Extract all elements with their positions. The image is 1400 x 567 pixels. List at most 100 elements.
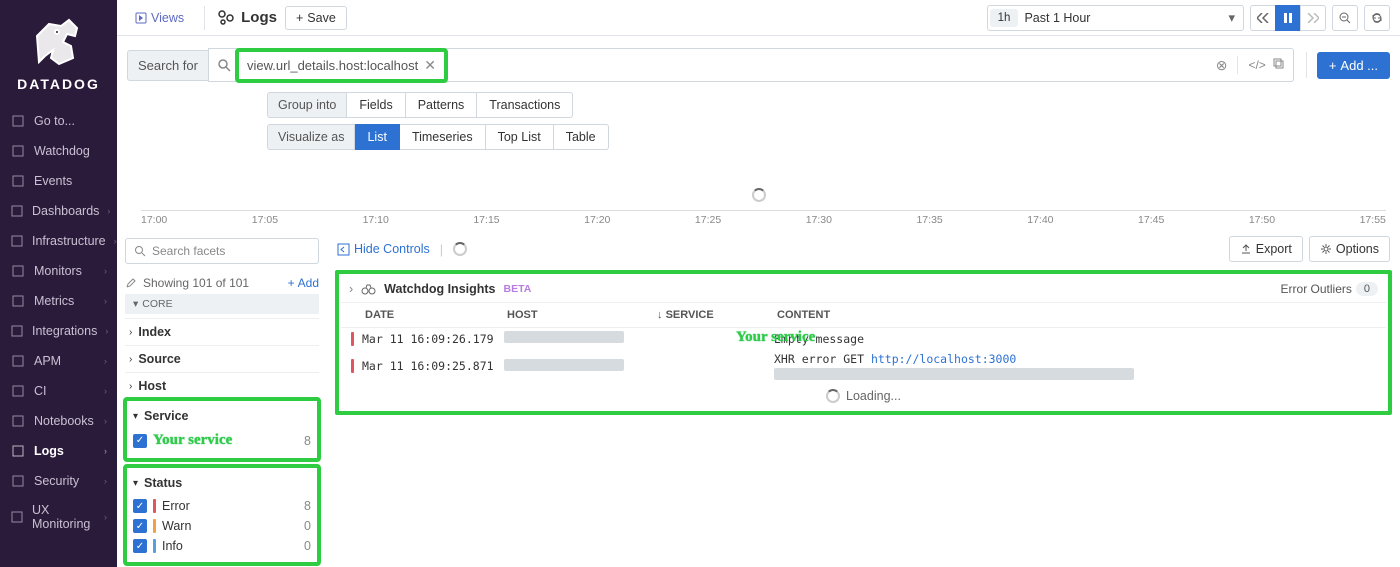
table-row[interactable]: Mar 11 16:09:25.871 XHR error GET http:/… [341, 349, 1386, 383]
chevron-right-icon: › [129, 354, 132, 365]
sidebar-item-monitors[interactable]: Monitors› [0, 256, 117, 286]
facet-status-warn[interactable]: ✓ Warn 0 [129, 516, 315, 536]
facet-service-item[interactable]: ✓ Your service 8 [129, 429, 315, 452]
row-host [504, 359, 654, 374]
chevron-right-icon: › [104, 266, 107, 276]
sidebar-item-ci[interactable]: CI› [0, 376, 117, 406]
save-button[interactable]: + Save [285, 6, 347, 30]
loading-spinner-icon [826, 389, 840, 403]
col-host[interactable]: HOST [507, 309, 657, 321]
sidebar-item-events[interactable]: Events [0, 166, 117, 196]
axis-tick: 17:55 [1360, 214, 1386, 228]
code-view-icon[interactable]: </> [1248, 58, 1265, 72]
hide-controls-button[interactable]: Hide Controls [337, 242, 430, 256]
chevron-right-icon: › [105, 326, 108, 336]
copy-icon[interactable] [1272, 57, 1285, 73]
sidebar-item-watchdog[interactable]: Watchdog [0, 136, 117, 166]
facet-status-header[interactable]: ▾ Status [129, 470, 315, 496]
sidebar: DATADOG Go to... Watchdog Events Dashboa… [0, 0, 117, 567]
options-button[interactable]: Options [1309, 236, 1390, 262]
monitor-icon [10, 263, 26, 279]
sidebar-item-security[interactable]: Security› [0, 466, 117, 496]
chart-icon [10, 203, 24, 219]
facet-add-button[interactable]: + Add [288, 276, 319, 290]
search-label: Search for [127, 50, 208, 81]
col-service[interactable]: ↓ SERVICE [657, 309, 777, 321]
facet-group-index[interactable]: ›Index [125, 318, 319, 345]
binoculars-icon [10, 143, 26, 159]
facet-group-source[interactable]: ›Source [125, 345, 319, 372]
refresh-icon [1371, 12, 1383, 24]
axis-tick: 17:00 [141, 214, 167, 228]
time-forward-button[interactable] [1300, 5, 1326, 31]
facet-service-header[interactable]: ▾ Service [129, 403, 315, 429]
facet-group-host[interactable]: ›Host [125, 372, 319, 399]
group-pill-fields[interactable]: Fields [347, 92, 405, 118]
pause-icon [1283, 13, 1293, 23]
group-pill-transactions[interactable]: Transactions [477, 92, 573, 118]
chevron-right-icon[interactable]: › [349, 282, 353, 296]
plus-icon: + [288, 276, 295, 290]
sidebar-item-apm[interactable]: APM› [0, 346, 117, 376]
sidebar-item-integrations[interactable]: Integrations› [0, 316, 117, 346]
time-pause-button[interactable] [1275, 5, 1301, 31]
plus-icon: + [296, 11, 303, 25]
close-icon[interactable]: ✕ [424, 57, 436, 74]
group-pill-patterns[interactable]: Patterns [406, 92, 478, 118]
sidebar-item-ux-monitoring[interactable]: UX Monitoring› [0, 496, 117, 538]
facet-status-box: ▾ Status ✓ Error 8✓ Warn 0✓ Info 0 [125, 466, 319, 564]
search-tag[interactable]: view.url_details.host:localhost ✕ [237, 50, 446, 81]
viz-pill-timeseries[interactable]: Timeseries [400, 124, 486, 150]
facet-search-input[interactable]: Search facets [125, 238, 319, 264]
viz-pill-top-list[interactable]: Top List [486, 124, 554, 150]
axis-tick: 17:40 [1027, 214, 1053, 228]
visualize-row: Visualize as ListTimeseriesTop ListTable [117, 124, 1400, 156]
status-color-icon [153, 539, 156, 553]
time-range-picker[interactable]: 1h Past 1 Hour ▾ [987, 5, 1244, 31]
axis-tick: 17:30 [806, 214, 832, 228]
export-button[interactable]: Export [1229, 236, 1303, 262]
search-input[interactable]: view.url_details.host:localhost ✕ ⊗ </> [208, 48, 1294, 82]
chevron-right-icon: › [104, 512, 107, 522]
sidebar-item-go-to-[interactable]: Go to... [0, 106, 117, 136]
chevron-down-icon: ▾ [133, 298, 138, 310]
chevron-right-icon: › [104, 296, 107, 306]
facet-section-core[interactable]: ▾ CORE [125, 294, 319, 314]
group-into-row: Group into FieldsPatternsTransactions [117, 92, 1400, 124]
sidebar-item-logs[interactable]: Logs› [0, 436, 117, 466]
viz-pill-list[interactable]: List [355, 124, 399, 150]
checkbox-icon[interactable]: ✓ [133, 434, 147, 448]
zoom-out-button[interactable] [1332, 5, 1358, 31]
col-content[interactable]: CONTENT [777, 309, 1376, 321]
fastforward-icon [1307, 13, 1319, 23]
sidebar-item-metrics[interactable]: Metrics› [0, 286, 117, 316]
sidebar-item-dashboards[interactable]: Dashboards› [0, 196, 117, 226]
checkbox-icon[interactable]: ✓ [133, 519, 147, 533]
facet-status-error[interactable]: ✓ Error 8 [129, 496, 315, 516]
results-toolbar: Hide Controls | Export Options [327, 228, 1400, 270]
clear-icon[interactable]: ⊗ [1216, 57, 1228, 74]
search-icon [10, 113, 26, 129]
axis-tick: 17:15 [473, 214, 499, 228]
refresh-button[interactable] [1364, 5, 1390, 31]
zoom-out-icon [1339, 12, 1351, 24]
chevron-right-icon: › [129, 381, 132, 392]
views-button[interactable]: Views [127, 7, 192, 29]
logs-icon [217, 9, 235, 27]
add-button[interactable]: + Add ... [1317, 52, 1390, 79]
checkbox-icon[interactable]: ✓ [133, 539, 147, 553]
sidebar-item-notebooks[interactable]: Notebooks› [0, 406, 117, 436]
facet-status-info[interactable]: ✓ Info 0 [129, 536, 315, 556]
viz-pill-table[interactable]: Table [554, 124, 609, 150]
checkbox-icon[interactable]: ✓ [133, 499, 147, 513]
table-row[interactable]: Mar 11 16:09:26.179 Empty message [341, 328, 1386, 349]
time-back-button[interactable] [1250, 5, 1276, 31]
brand-text: DATADOG [17, 76, 100, 92]
row-date: Mar 11 16:09:26.179 [354, 332, 504, 346]
sort-down-icon: ↓ [657, 309, 663, 321]
col-date[interactable]: DATE [357, 309, 507, 321]
facets-panel: Search facets Showing 101 of 101 + Add ▾… [117, 228, 327, 567]
error-outliers: Error Outliers 0 [1281, 282, 1378, 296]
sidebar-item-infrastructure[interactable]: Infrastructure› [0, 226, 117, 256]
your-service-overlay: Your service [736, 329, 815, 346]
